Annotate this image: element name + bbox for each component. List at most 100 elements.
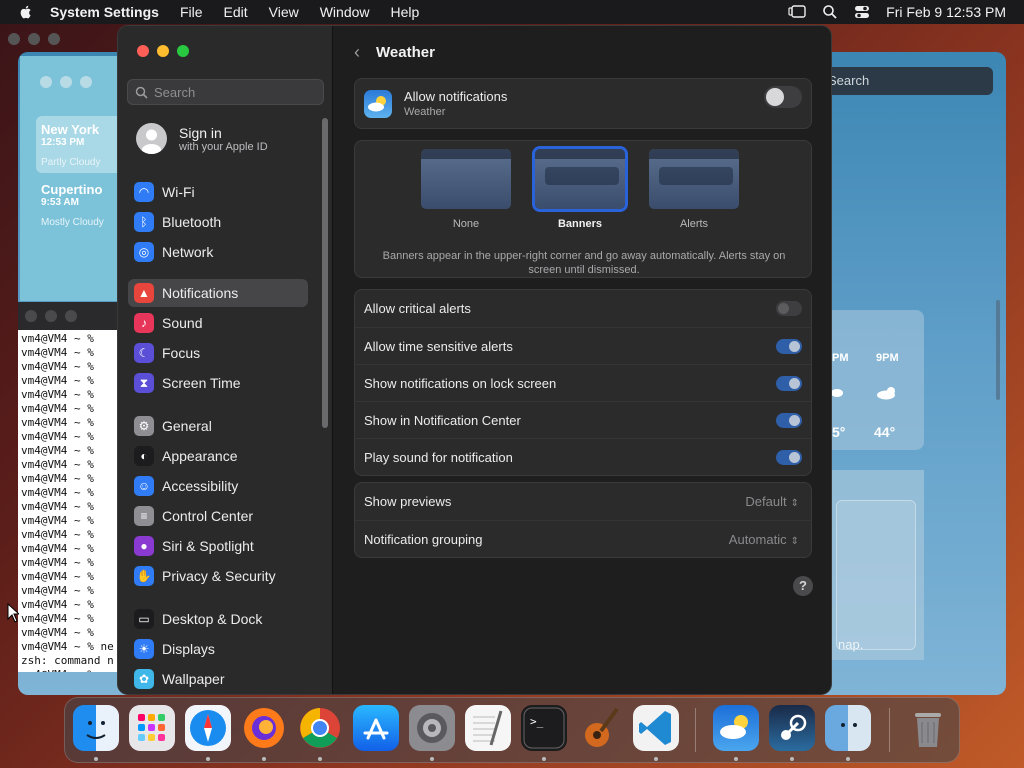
- sidebar-item-label: Network: [162, 244, 214, 260]
- sidebar-item-displays[interactable]: ☀ Displays: [128, 635, 308, 663]
- dock-separator: [889, 708, 890, 752]
- search-icon: [135, 86, 148, 99]
- back-button[interactable]: ‹: [354, 42, 360, 63]
- alert-style-none[interactable]: None: [421, 149, 511, 230]
- weather-window-controls[interactable]: [40, 76, 92, 88]
- terminal-window-controls[interactable]: [25, 310, 77, 322]
- sidebar-item-label: Screen Time: [162, 375, 241, 391]
- help-button[interactable]: ?: [793, 576, 813, 596]
- toggle-label: Play sound for notification: [364, 449, 513, 465]
- running-indicator: [734, 757, 738, 761]
- chrome-icon[interactable]: [297, 705, 343, 751]
- apple-icon[interactable]: [18, 4, 34, 20]
- spotlight-search-icon[interactable]: [822, 4, 838, 20]
- terminal-window[interactable]: vm4@VM4 ~ % vm4@VM4 ~ % vm4@VM4 ~ % vm4@VM4…: [18, 302, 122, 672]
- popup-value: Automatic: [728, 531, 787, 547]
- zoom-button[interactable]: [177, 45, 189, 57]
- alert-style-banners[interactable]: Banners: [532, 146, 628, 230]
- alert-style-alerts[interactable]: Alerts: [649, 149, 739, 230]
- sidebar-item-label: Appearance: [162, 448, 238, 464]
- terminal-line: vm4@VM4 ~ %: [21, 430, 94, 443]
- menu-clock[interactable]: Fri Feb 9 12:53 PM: [886, 4, 1006, 20]
- stage-manager-icon[interactable]: [788, 5, 806, 19]
- menu-app-name[interactable]: System Settings: [50, 4, 159, 20]
- sidebar-item-desktop-dock[interactable]: ▭ Desktop & Dock: [128, 605, 308, 633]
- launchpad-icon[interactable]: [129, 705, 175, 751]
- terminal-icon[interactable]: >_: [521, 705, 567, 751]
- sidebar-item-screen-time[interactable]: ⧗ Screen Time: [128, 369, 308, 397]
- allow-notifications-toggle[interactable]: [764, 86, 802, 108]
- finder-icon[interactable]: [73, 705, 119, 751]
- close-button[interactable]: [137, 45, 149, 57]
- menu-window[interactable]: Window: [320, 4, 370, 20]
- sidebar-item-accessibility[interactable]: ☺ Accessibility: [128, 472, 308, 500]
- sidebar-item-sound[interactable]: ♪ Sound: [128, 309, 308, 337]
- sidebar-item-label: Privacy & Security: [162, 568, 276, 584]
- show-in-notification-center-toggle[interactable]: [776, 412, 802, 428]
- terminal-line: vm4@VM4 ~ %: [21, 332, 94, 345]
- menu-view[interactable]: View: [269, 4, 299, 20]
- show-notifications-on-lock-screen-toggle[interactable]: [776, 375, 802, 391]
- settings-content: ‹ Weather Allow notifications Weather No…: [334, 26, 831, 694]
- terminal-output[interactable]: vm4@VM4 ~ % vm4@VM4 ~ % vm4@VM4 ~ % vm4@VM4…: [18, 330, 122, 672]
- minimize-button[interactable]: [157, 45, 169, 57]
- system-settings-window[interactable]: Search Sign in with your Apple ID ◠ Wi-Fi…: [117, 25, 832, 695]
- sidebar-scrollbar[interactable]: [322, 118, 328, 428]
- apple-id-signin[interactable]: Sign in with your Apple ID: [136, 123, 268, 154]
- garageband-icon[interactable]: [577, 705, 623, 751]
- background-window-controls: [8, 33, 60, 45]
- terminal-line: vm4@VM4 ~ %: [21, 360, 94, 373]
- sidebar-item-appearance[interactable]: ◐ Appearance: [128, 442, 308, 470]
- sidebar-item-privacy-security[interactable]: ✋ Privacy & Security: [128, 562, 308, 590]
- hand-icon: ✋: [134, 566, 154, 586]
- sidebar-item-label: Bluetooth: [162, 214, 222, 230]
- toggle-row-allow-critical-alerts: Allow critical alerts: [355, 290, 811, 327]
- moon-icon: ☾: [134, 343, 154, 363]
- sidebar-item-focus[interactable]: ☾ Focus: [128, 339, 308, 367]
- sidebar-item-bluetooth[interactable]: ᛒ Bluetooth: [128, 208, 308, 236]
- menu-file[interactable]: File: [180, 4, 203, 20]
- allow-time-sensitive-alerts-toggle[interactable]: [776, 338, 802, 354]
- popup-label: Notification grouping: [364, 531, 483, 547]
- settings-sidebar: Search Sign in with your Apple ID ◠ Wi-Fi…: [118, 26, 333, 694]
- textedit-icon[interactable]: [465, 705, 511, 751]
- sidebar-item-notifications[interactable]: ▲ Notifications: [128, 279, 308, 307]
- notification-grouping-select[interactable]: Automatic ⇕: [729, 532, 799, 547]
- vscode-icon[interactable]: [633, 705, 679, 751]
- steam-icon[interactable]: [769, 705, 815, 751]
- menu-help[interactable]: Help: [391, 4, 420, 20]
- trash-icon[interactable]: [905, 705, 951, 751]
- weather-scrollbar[interactable]: [996, 300, 1000, 400]
- terminal-line: zsh: command n: [21, 654, 114, 667]
- sidebar-item-control-center[interactable]: ≡ Control Center: [128, 502, 308, 530]
- weather-icon[interactable]: [713, 705, 759, 751]
- control-center-icon[interactable]: [854, 5, 870, 19]
- menu-edit[interactable]: Edit: [224, 4, 248, 20]
- weather-search-field[interactable]: Search: [820, 67, 993, 95]
- app-store-icon[interactable]: [353, 705, 399, 751]
- hour-label: 9PM: [876, 352, 899, 364]
- sidebar-item-network[interactable]: ◎ Network: [128, 238, 308, 266]
- system-settings-icon[interactable]: [409, 705, 455, 751]
- appearance-icon: ◐: [134, 446, 154, 466]
- toggle-label: Allow critical alerts: [364, 301, 471, 316]
- sidebar-item-wi-fi[interactable]: ◠ Wi-Fi: [128, 178, 308, 206]
- allow-critical-alerts-toggle[interactable]: [776, 301, 802, 316]
- sidebar-item-general[interactable]: ⚙ General: [128, 412, 308, 440]
- terminal-line: vm4@VM4 ~ % ne: [21, 640, 114, 653]
- sidebar-search-input[interactable]: Search: [127, 79, 324, 105]
- cloud-sun-icon: [877, 387, 895, 400]
- running-indicator: [94, 757, 98, 761]
- bell-icon: ▲: [134, 283, 154, 303]
- sidebar-item-wallpaper[interactable]: ✿ Wallpaper: [128, 665, 308, 693]
- play-sound-for-notification-toggle[interactable]: [776, 449, 802, 465]
- terminal-line: vm4@VM4 ~ %: [21, 374, 94, 387]
- popup-value: Default: [745, 494, 787, 509]
- firefox-icon[interactable]: [241, 705, 287, 751]
- sidebar-item-siri-spotlight[interactable]: ● Siri & Spotlight: [128, 532, 308, 560]
- show-previews-select[interactable]: Default ⇕: [745, 494, 799, 509]
- terminal-line: vm4@VM4 ~ %: [21, 458, 94, 471]
- preview-icon[interactable]: [825, 705, 871, 751]
- safari-icon[interactable]: [185, 705, 231, 751]
- running-indicator: [262, 757, 266, 761]
